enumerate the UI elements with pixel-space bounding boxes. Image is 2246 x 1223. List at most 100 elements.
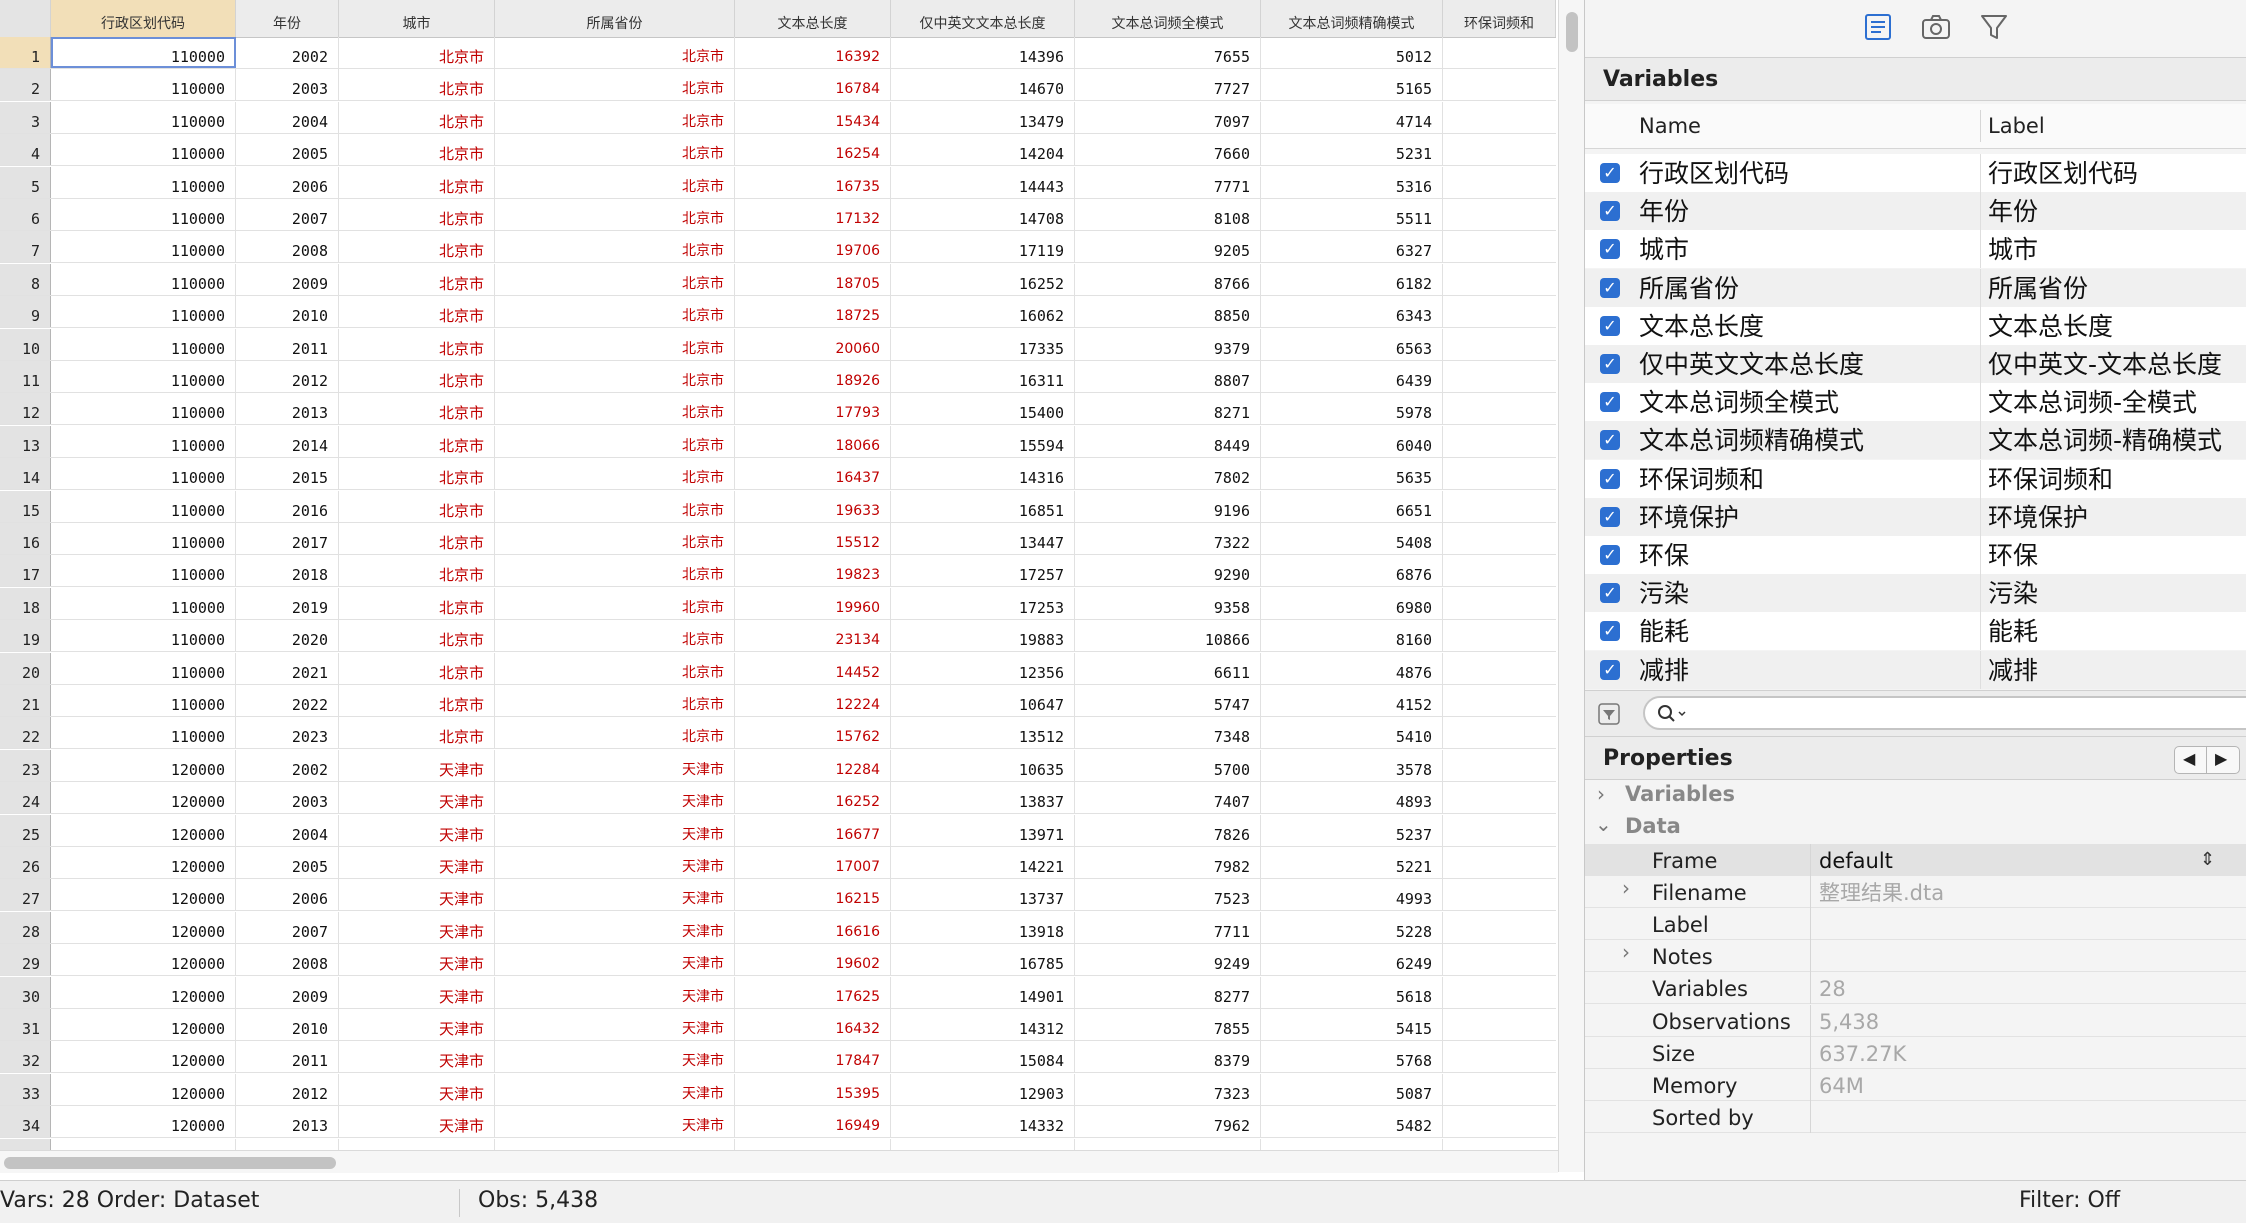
row-number[interactable]: 35 [0, 1138, 51, 1150]
cell-year[interactable]: 2004 [236, 814, 339, 846]
cell-code[interactable]: 120000 [51, 749, 236, 781]
cell-year[interactable]: 2010 [236, 1009, 339, 1040]
cell-freq-full[interactable]: 7962 [1075, 1106, 1261, 1138]
variable-checkbox[interactable]: ✓ [1600, 163, 1620, 183]
cell-code[interactable]: 110000 [51, 361, 236, 392]
cell-text-len[interactable]: 16254 [735, 134, 891, 166]
cell-province[interactable]: 北京市 [495, 717, 735, 749]
cell-city[interactable]: 北京市 [339, 134, 495, 166]
cell-province[interactable]: 天津市 [495, 1138, 735, 1150]
data-grid[interactable]: 行政区划代码 年份 城市 所属省份 文本总长度 仅中英文文本总长度 文本总词频全模式 文本总词… [0, 0, 1556, 1150]
cell-text-len[interactable]: 12224 [735, 685, 891, 716]
snapshot-camera-icon[interactable] [1919, 10, 1953, 44]
row-number[interactable]: 31 [0, 1009, 51, 1040]
cell-year[interactable]: 2015 [236, 458, 339, 490]
cell-cn-en-len[interactable]: 15400 [891, 393, 1075, 425]
cell-text-len[interactable]: 18066 [735, 425, 891, 457]
cell-province[interactable]: 北京市 [495, 555, 735, 587]
cell-cn-en-len[interactable]: 12903 [891, 1073, 1075, 1105]
cell-freq-full[interactable]: 7407 [1075, 782, 1261, 814]
row-number[interactable]: 33 [0, 1073, 51, 1105]
cell-province[interactable]: 天津市 [495, 749, 735, 781]
cell-city[interactable]: 北京市 [339, 166, 495, 198]
cell-text-len[interactable]: 14396 [735, 1138, 891, 1150]
cell-year[interactable]: 2014 [236, 425, 339, 457]
cell-freq-full[interactable]: 9249 [1075, 944, 1261, 976]
cell-freq-full[interactable]: 7348 [1075, 717, 1261, 749]
cell-province[interactable]: 北京市 [495, 685, 735, 716]
cell-city[interactable]: 北京市 [339, 361, 495, 392]
cell-text-len[interactable]: 12284 [735, 749, 891, 781]
variable-checkbox[interactable]: ✓ [1600, 392, 1620, 413]
cell-city[interactable]: 北京市 [339, 393, 495, 425]
variable-search-input[interactable] [1643, 696, 2246, 730]
cell-year[interactable]: 2011 [236, 1041, 339, 1073]
cell-cn-en-len[interactable]: 13447 [891, 523, 1075, 554]
cell-text-len[interactable]: 16432 [735, 1009, 891, 1040]
variables-name-header[interactable]: Name [1639, 104, 1701, 148]
cell-freq-full[interactable]: 7855 [1075, 1009, 1261, 1040]
grid-vertical-scrollbar[interactable] [1558, 0, 1585, 1172]
cell-cn-en-len[interactable]: 13837 [891, 782, 1075, 814]
cell-province[interactable]: 天津市 [495, 976, 735, 1008]
cell-year[interactable]: 2019 [236, 587, 339, 619]
cell-freq-full[interactable]: 7711 [1075, 911, 1261, 943]
cell-cn-en-len[interactable]: 14901 [891, 976, 1075, 1008]
cell-freq-exact[interactable]: 6651 [1261, 490, 1443, 522]
cell-code[interactable]: 120000 [51, 847, 236, 878]
cell-year[interactable]: 2021 [236, 652, 339, 684]
row-number[interactable]: 28 [0, 911, 51, 943]
cell-year[interactable]: 2012 [236, 1073, 339, 1105]
cell-cn-en-len[interactable]: 12356 [891, 652, 1075, 684]
cell-code[interactable]: 110000 [51, 37, 236, 68]
row-number[interactable]: 2 [0, 69, 51, 101]
cell-freq-full[interactable]: 7802 [1075, 458, 1261, 490]
property-row[interactable]: › Notes [1585, 940, 2246, 973]
cell-code[interactable]: 110000 [51, 393, 236, 425]
cell-freq-exact[interactable]: 5482 [1261, 1106, 1443, 1138]
cell-province[interactable]: 北京市 [495, 652, 735, 684]
cell-text-len[interactable]: 15395 [735, 1073, 891, 1105]
cell-cn-en-len[interactable]: 13737 [891, 879, 1075, 911]
cell-city[interactable]: 天津市 [339, 1138, 495, 1150]
row-number[interactable]: 29 [0, 944, 51, 976]
cell-code[interactable]: 120000 [51, 1138, 236, 1150]
cell-freq-exact[interactable]: 3578 [1261, 749, 1443, 781]
cell-city[interactable]: 天津市 [339, 1041, 495, 1073]
cell-province[interactable]: 北京市 [495, 296, 735, 328]
cell-freq-full[interactable]: 5747 [1075, 685, 1261, 716]
cell-cn-en-len[interactable]: 17253 [891, 587, 1075, 619]
cell-province[interactable]: 北京市 [495, 458, 735, 490]
row-number[interactable]: 11 [0, 361, 51, 392]
cell-freq-exact[interactable]: 5408 [1261, 523, 1443, 554]
cell-year[interactable]: 2008 [236, 231, 339, 263]
cell-text-len[interactable]: 16784 [735, 69, 891, 101]
cell-province[interactable]: 天津市 [495, 1106, 735, 1138]
cell-freq-full[interactable]: 7323 [1075, 1073, 1261, 1105]
variable-row[interactable]: ✓ 文本总长度 文本总长度 [1585, 306, 2246, 345]
cell-freq-exact[interactable]: 5511 [1261, 199, 1443, 230]
previous-arrow-icon[interactable]: ◀ [2183, 737, 2195, 781]
cell-cn-en-len[interactable]: 19883 [891, 620, 1075, 652]
variable-row[interactable]: ✓ 减排 减排 [1585, 650, 2246, 689]
row-number[interactable]: 34 [0, 1106, 51, 1138]
cell-text-len[interactable]: 23134 [735, 620, 891, 652]
cell-freq-exact[interactable]: 5978 [1261, 393, 1443, 425]
cell-freq-exact[interactable]: 8160 [1261, 620, 1443, 652]
row-number[interactable]: 10 [0, 328, 51, 360]
variable-row[interactable]: ✓ 能耗 能耗 [1585, 612, 2246, 651]
cell-text-len[interactable]: 19823 [735, 555, 891, 587]
frame-select-arrows-icon[interactable]: ⇕ [2200, 844, 2215, 876]
cell-code[interactable]: 110000 [51, 328, 236, 360]
cell-text-len[interactable]: 14452 [735, 652, 891, 684]
cell-city[interactable]: 天津市 [339, 814, 495, 846]
cell-province[interactable]: 北京市 [495, 393, 735, 425]
cell-province[interactable]: 天津市 [495, 782, 735, 814]
cell-cn-en-len[interactable]: 14221 [891, 847, 1075, 878]
cell-freq-full[interactable]: 7771 [1075, 166, 1261, 198]
cell-province[interactable]: 北京市 [495, 263, 735, 295]
cell-code[interactable]: 120000 [51, 911, 236, 943]
cell-freq-exact[interactable]: 5228 [1261, 911, 1443, 943]
cell-freq-exact[interactable]: 5012 [1261, 37, 1443, 68]
cell-city[interactable]: 天津市 [339, 782, 495, 814]
